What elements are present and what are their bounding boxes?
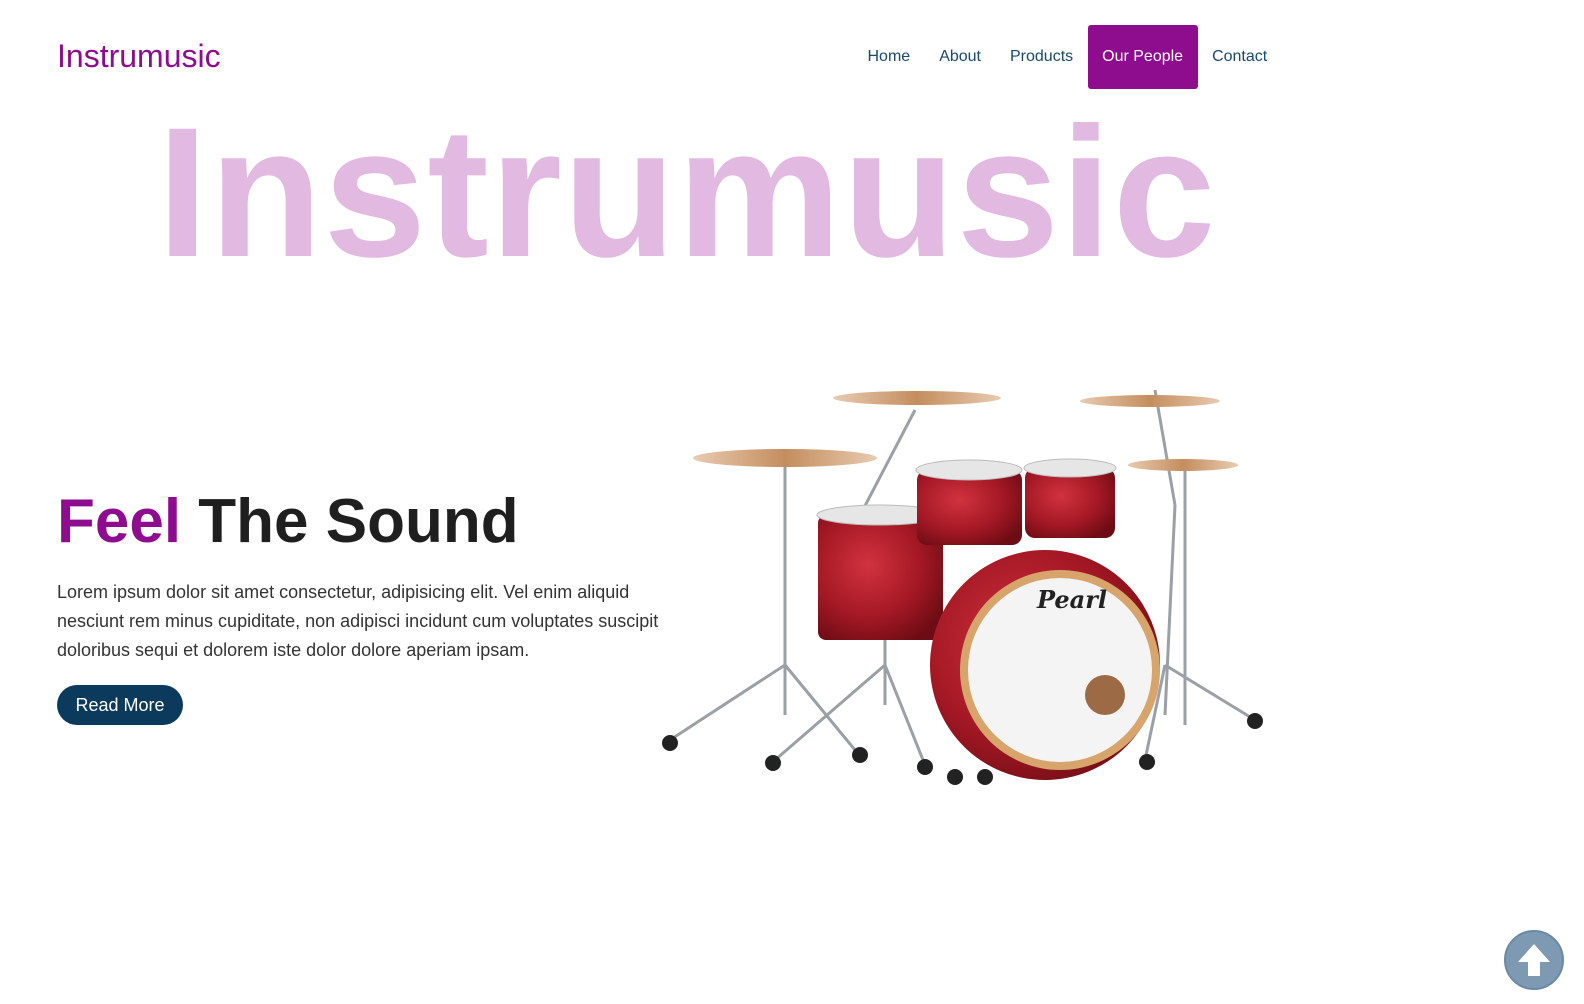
drum-brand-logo: Pearl (1036, 585, 1107, 614)
nav-our-people[interactable]: Our People (1087, 25, 1198, 89)
cymbal-top (833, 391, 1001, 405)
rack-tom-right (1025, 468, 1115, 538)
arrow-up-icon (1518, 944, 1550, 976)
nav-contact[interactable]: Contact (1198, 25, 1282, 89)
site-logo[interactable]: Instrumusic (57, 36, 221, 76)
nav-products[interactable]: Products (996, 25, 1088, 89)
rack-tom-left (917, 470, 1022, 545)
read-more-button[interactable]: Read More (57, 685, 183, 725)
page: Instrumusic Home About Products Our Peop… (0, 0, 1584, 1004)
main-nav: Home About Products Our People Contact (853, 25, 1282, 89)
cymbal-right (1080, 395, 1220, 407)
hi-hat (1128, 459, 1238, 471)
headline-accent: Feel (57, 487, 182, 556)
hero-lead-text: Lorem ipsum dolor sit amet consectetur, … (57, 582, 659, 660)
hero-headline: Feel The Sound (57, 486, 519, 558)
hero-big-word: Instrumusic (157, 90, 1217, 296)
headline-rest: The Sound (181, 487, 519, 556)
back-to-top-button[interactable] (1504, 930, 1564, 990)
cymbal-left (693, 449, 877, 467)
nav-home[interactable]: Home (853, 25, 925, 89)
nav-about[interactable]: About (925, 25, 996, 89)
drum-kit-image: Pearl (662, 389, 1263, 785)
